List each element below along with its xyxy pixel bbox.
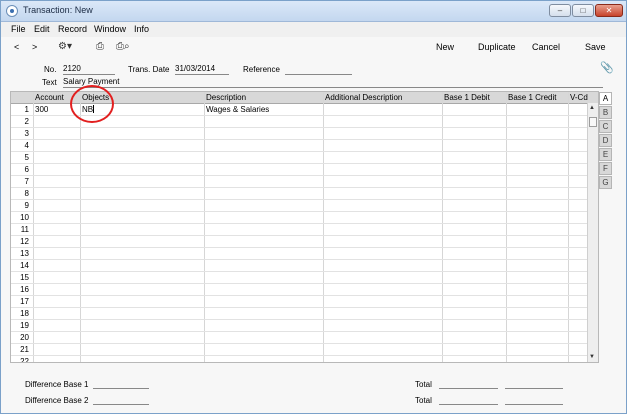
row-number: 8 — [24, 189, 29, 198]
tab-a[interactable]: A — [599, 92, 612, 105]
tab-c[interactable]: C — [599, 120, 612, 133]
row-number: 14 — [20, 261, 29, 270]
toolbar: < > ⚙▾ ⎙ ⎙⌕ New Duplicate Cancel Save — [1, 37, 626, 57]
app-window: Transaction: New – □ ✕ File Edit Record … — [0, 0, 627, 414]
total-debit-field — [439, 388, 498, 389]
menu-edit[interactable]: Edit — [34, 24, 50, 34]
row-number: 2 — [24, 117, 29, 126]
total-credit-field-2 — [505, 404, 563, 405]
close-button[interactable]: ✕ — [595, 4, 623, 17]
row-number: 19 — [20, 321, 29, 330]
paperclip-icon[interactable]: 📎 — [600, 61, 614, 74]
text-field[interactable]: Salary Payment — [63, 77, 603, 88]
total-debit-field-2 — [439, 404, 498, 405]
row-number: 7 — [24, 177, 29, 186]
reference-label: Reference — [243, 65, 280, 74]
row-number: 4 — [24, 141, 29, 150]
transaction-grid: Account Objects Description Additional D… — [10, 91, 599, 363]
tab-e[interactable]: E — [599, 148, 612, 161]
total-credit-field — [505, 388, 563, 389]
scroll-down-arrow-icon[interactable]: ▼ — [589, 354, 595, 360]
row-number: 13 — [20, 249, 29, 258]
tab-b[interactable]: B — [599, 106, 612, 119]
row-number: 3 — [24, 129, 29, 138]
menu-bar: File Edit Record Window Info — [1, 22, 626, 37]
row-number: 11 — [20, 225, 29, 234]
difference-base1-label: Difference Base 1 — [25, 380, 89, 389]
trans-date-field[interactable]: 31/03/2014 — [175, 64, 229, 75]
print-preview-icon[interactable]: ⎙⌕ — [116, 41, 130, 52]
vertical-scrollbar[interactable]: ▲ ▼ — [587, 103, 598, 362]
back-button[interactable]: < — [14, 42, 19, 52]
menu-window[interactable]: Window — [94, 24, 126, 34]
total-label: Total — [415, 380, 432, 389]
column-header-base1-debit[interactable]: Base 1 Debit — [444, 93, 490, 102]
cell-account[interactable]: 300 — [35, 105, 48, 114]
row-number: 5 — [24, 153, 29, 162]
row-number: 10 — [20, 213, 29, 222]
text-label: Text — [42, 78, 57, 87]
tab-f[interactable]: F — [599, 162, 612, 175]
title-bar: Transaction: New – □ ✕ — [1, 1, 626, 22]
menu-info[interactable]: Info — [134, 24, 149, 34]
row-number: 22 — [20, 357, 29, 363]
row-number: 16 — [20, 285, 29, 294]
highlight-circle — [70, 85, 114, 123]
difference-base2-label: Difference Base 2 — [25, 396, 89, 405]
column-header-additional-description[interactable]: Additional Description — [325, 93, 402, 102]
save-button[interactable]: Save — [585, 42, 606, 52]
menu-file[interactable]: File — [11, 24, 26, 34]
print-icon[interactable]: ⎙ — [96, 41, 104, 52]
row-number: 18 — [20, 309, 29, 318]
gear-icon[interactable]: ⚙▾ — [58, 41, 72, 52]
reference-field[interactable] — [285, 64, 352, 75]
column-header-description[interactable]: Description — [206, 93, 246, 102]
row-number: 21 — [20, 345, 29, 354]
window-title: Transaction: New — [23, 5, 93, 15]
total-label-2: Total — [415, 396, 432, 405]
tab-d[interactable]: D — [599, 134, 612, 147]
tab-g[interactable]: G — [599, 176, 612, 189]
row-number: 12 — [20, 237, 29, 246]
difference-base1-field — [93, 388, 149, 389]
table-row[interactable]: 22 — [11, 355, 589, 363]
column-header-vcd[interactable]: V-Cd — [570, 93, 588, 102]
no-label: No. — [44, 65, 57, 74]
minimize-button[interactable]: – — [549, 4, 571, 17]
row-number: 15 — [20, 273, 29, 282]
no-field[interactable]: 2120 — [63, 64, 115, 75]
column-header-account[interactable]: Account — [35, 93, 64, 102]
row-number: 1 — [24, 105, 29, 114]
app-icon — [6, 5, 18, 17]
row-number: 9 — [24, 201, 29, 210]
row-number: 17 — [20, 297, 29, 306]
row-number: 6 — [24, 165, 29, 174]
cancel-button[interactable]: Cancel — [532, 42, 560, 52]
new-button[interactable]: New — [436, 42, 454, 52]
trans-date-label: Trans. Date — [128, 65, 170, 74]
forward-button[interactable]: > — [32, 42, 37, 52]
scroll-thumb[interactable] — [589, 117, 597, 127]
maximize-button[interactable]: □ — [572, 4, 594, 17]
difference-base2-field — [93, 404, 149, 405]
cell-description[interactable]: Wages & Salaries — [206, 105, 269, 114]
duplicate-button[interactable]: Duplicate — [478, 42, 516, 52]
menu-record[interactable]: Record — [58, 24, 87, 34]
scroll-up-arrow-icon[interactable]: ▲ — [589, 105, 595, 111]
column-header-base1-credit[interactable]: Base 1 Credit — [508, 93, 556, 102]
row-number: 20 — [20, 333, 29, 342]
